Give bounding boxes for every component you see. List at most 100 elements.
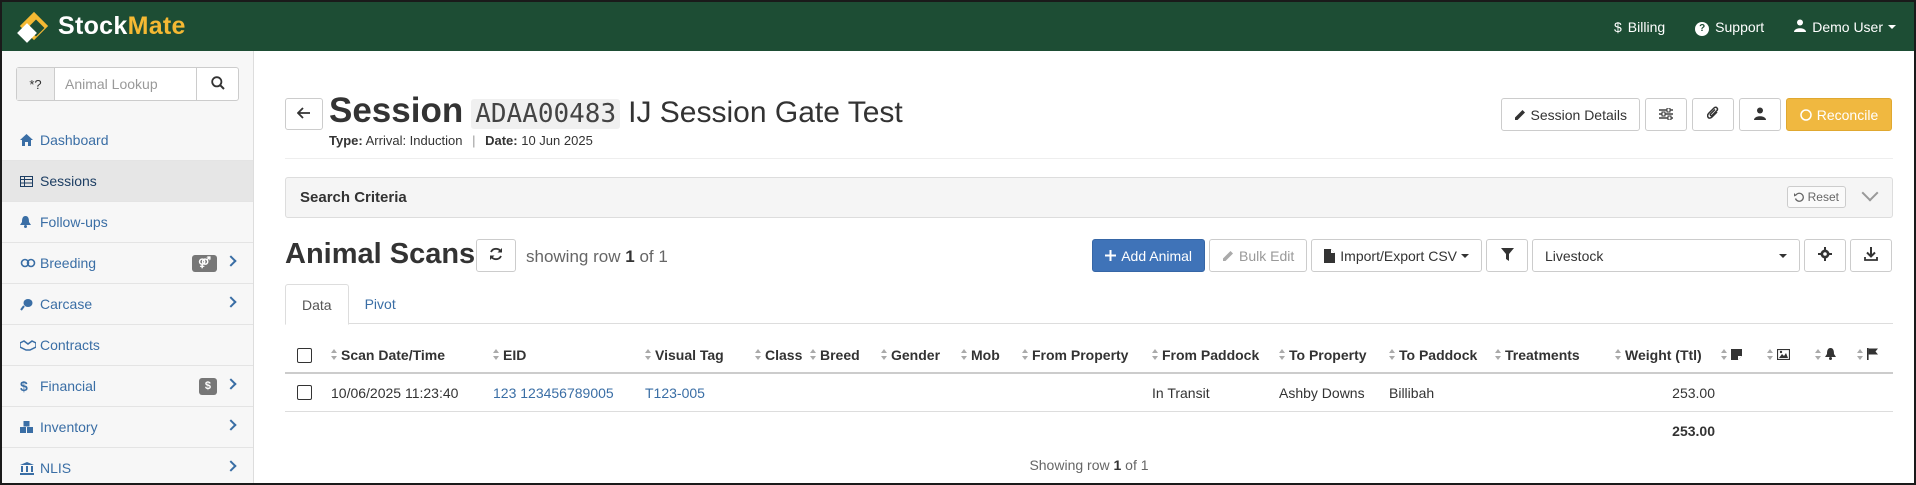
select-all-checkbox[interactable] [297, 347, 312, 363]
sidebar-item-label: Sessions [40, 173, 97, 189]
financial-badge: $ [198, 378, 217, 395]
cell-from-paddock: In Transit [1152, 384, 1210, 401]
arrow-left-icon [296, 106, 311, 122]
sort-icon [1495, 349, 1502, 361]
chevron-right-icon [225, 419, 237, 431]
view-tabs: Data Pivot [285, 284, 1893, 325]
column-header-weight[interactable]: Weight (Ttl) [1615, 338, 1702, 372]
breeding-badge: ⚤ [192, 255, 217, 272]
header-divider [285, 158, 1893, 159]
session-name: IJ Session Gate Test [628, 96, 903, 129]
select-all-cell [297, 338, 312, 372]
sidebar-item-label: Follow-ups [40, 214, 108, 230]
filter-button[interactable] [1486, 239, 1528, 272]
animal-lookup-input[interactable] [55, 68, 196, 100]
import-export-csv-button[interactable]: Import/Export CSV [1311, 239, 1482, 272]
column-header-gender[interactable]: Gender [881, 338, 940, 372]
logo-mark-icon [17, 10, 54, 44]
reconcile-button[interactable]: Reconcile [1786, 98, 1892, 131]
grid-footer-text: Showing row 1 of 1 [285, 457, 1893, 473]
lookup-wildcard-toggle[interactable]: *? [17, 68, 55, 100]
column-header-eid[interactable]: EID [493, 338, 526, 372]
tab-data[interactable]: Data [285, 284, 349, 325]
meta-separator: | [472, 133, 476, 148]
attachments-button[interactable] [1692, 98, 1734, 131]
bulk-edit-button[interactable]: Bulk Edit [1209, 239, 1308, 272]
showing-total: 1 [658, 247, 668, 266]
sidebar-item-sessions[interactable]: Sessions [2, 161, 253, 202]
sidebar-item-nlis[interactable]: NLIS [2, 448, 253, 485]
column-header-from-paddock[interactable]: From Paddock [1152, 338, 1259, 372]
cell-eid-link[interactable]: 123 123456789005 [493, 374, 614, 411]
download-button[interactable] [1850, 239, 1892, 272]
pencil-icon [1514, 109, 1526, 121]
column-header-to-property[interactable]: To Property [1279, 338, 1367, 372]
reset-button[interactable]: Reset [1786, 186, 1846, 208]
column-header-treatments[interactable]: Treatments [1495, 338, 1580, 372]
table-row[interactable]: 10/06/2025 11:23:40 123 123456789005 T12… [285, 374, 1893, 412]
support-link[interactable]: ? Support [1695, 18, 1764, 36]
session-details-button[interactable]: Session Details [1500, 98, 1640, 131]
sidebar-item-follow-ups[interactable]: Follow-ups [2, 202, 253, 243]
column-header-notes[interactable] [1721, 338, 1742, 372]
column-label: Weight (Ttl) [1625, 347, 1702, 363]
cell-visual-tag-link[interactable]: T123-005 [645, 374, 705, 411]
boxes-icon [20, 421, 38, 433]
user-menu[interactable]: Demo User [1794, 19, 1896, 35]
column-header-images[interactable] [1767, 338, 1791, 372]
column-label: Visual Tag [655, 347, 724, 363]
grid-settings-button[interactable] [1804, 239, 1846, 272]
page-title: Session ADAA00483 IJ Session Gate Test [329, 91, 903, 131]
sort-icon [881, 349, 888, 361]
stockmate-logo[interactable]: StockMate [17, 2, 186, 51]
column-header-from-property[interactable]: From Property [1022, 338, 1128, 372]
search-criteria-panel[interactable]: Search Criteria Reset [285, 177, 1893, 218]
column-header-to-paddock[interactable]: To Paddock [1389, 338, 1477, 372]
column-header-alerts[interactable] [1815, 338, 1836, 372]
dollar-icon: $ [1614, 18, 1622, 35]
row-checkbox[interactable] [297, 385, 312, 400]
dollar-icon: $ [20, 378, 28, 394]
handshake-icon [20, 339, 38, 351]
sort-icon [1857, 349, 1864, 361]
sort-icon [493, 349, 500, 361]
sidebar-item-label: Carcase [40, 296, 93, 312]
settings-sliders-button[interactable] [1645, 98, 1687, 131]
sidebar-item-breeding[interactable]: Breeding ⚤ [2, 243, 253, 284]
sidebar-item-inventory[interactable]: Inventory [2, 407, 253, 448]
column-header-flags[interactable] [1857, 338, 1878, 372]
sort-icon [755, 349, 762, 361]
sidebar-item-label: Breeding [40, 255, 97, 271]
user-name: Demo User [1812, 18, 1883, 35]
add-animal-button[interactable]: Add Animal [1092, 239, 1206, 272]
sidebar-item-dashboard[interactable]: Dashboard [2, 120, 253, 161]
chevron-right-icon [225, 296, 237, 308]
undo-icon [1793, 192, 1804, 202]
gender-icon [20, 257, 38, 269]
grid-layout-value: Livestock [1545, 247, 1604, 264]
back-button[interactable] [285, 98, 323, 130]
column-header-class[interactable]: Class [755, 338, 802, 372]
sidebar-item-label: Financial [40, 378, 97, 394]
building-columns-icon [20, 461, 38, 475]
column-header-breed[interactable]: Breed [810, 338, 860, 372]
sidebar-item-carcase[interactable]: Carcase [2, 284, 253, 325]
lookup-search-button[interactable] [196, 68, 238, 100]
column-header-mob[interactable]: Mob [961, 338, 1000, 372]
sidebar-item-contracts[interactable]: Contracts [2, 325, 253, 366]
column-header-scan-date[interactable]: Scan Date/Time [331, 338, 445, 372]
pencil-icon [1222, 250, 1234, 262]
assign-user-button[interactable] [1739, 98, 1781, 131]
sort-icon [1152, 349, 1159, 361]
sort-icon [1279, 349, 1286, 361]
download-icon [1864, 247, 1878, 264]
billing-link[interactable]: $ Billing [1614, 19, 1665, 35]
refresh-button[interactable] [476, 239, 516, 272]
column-header-visual-tag[interactable]: Visual Tag [645, 338, 724, 372]
grid-layout-select[interactable]: Livestock [1532, 239, 1800, 272]
sidebar: *? Dashboard Sessions Follow-ups Breedin… [2, 51, 254, 483]
footer-prefix: Showing row [1029, 457, 1110, 473]
tab-pivot[interactable]: Pivot [349, 284, 412, 324]
chevron-down-icon[interactable] [1861, 184, 1879, 202]
sidebar-item-financial[interactable]: $ Financial $ [2, 366, 253, 407]
